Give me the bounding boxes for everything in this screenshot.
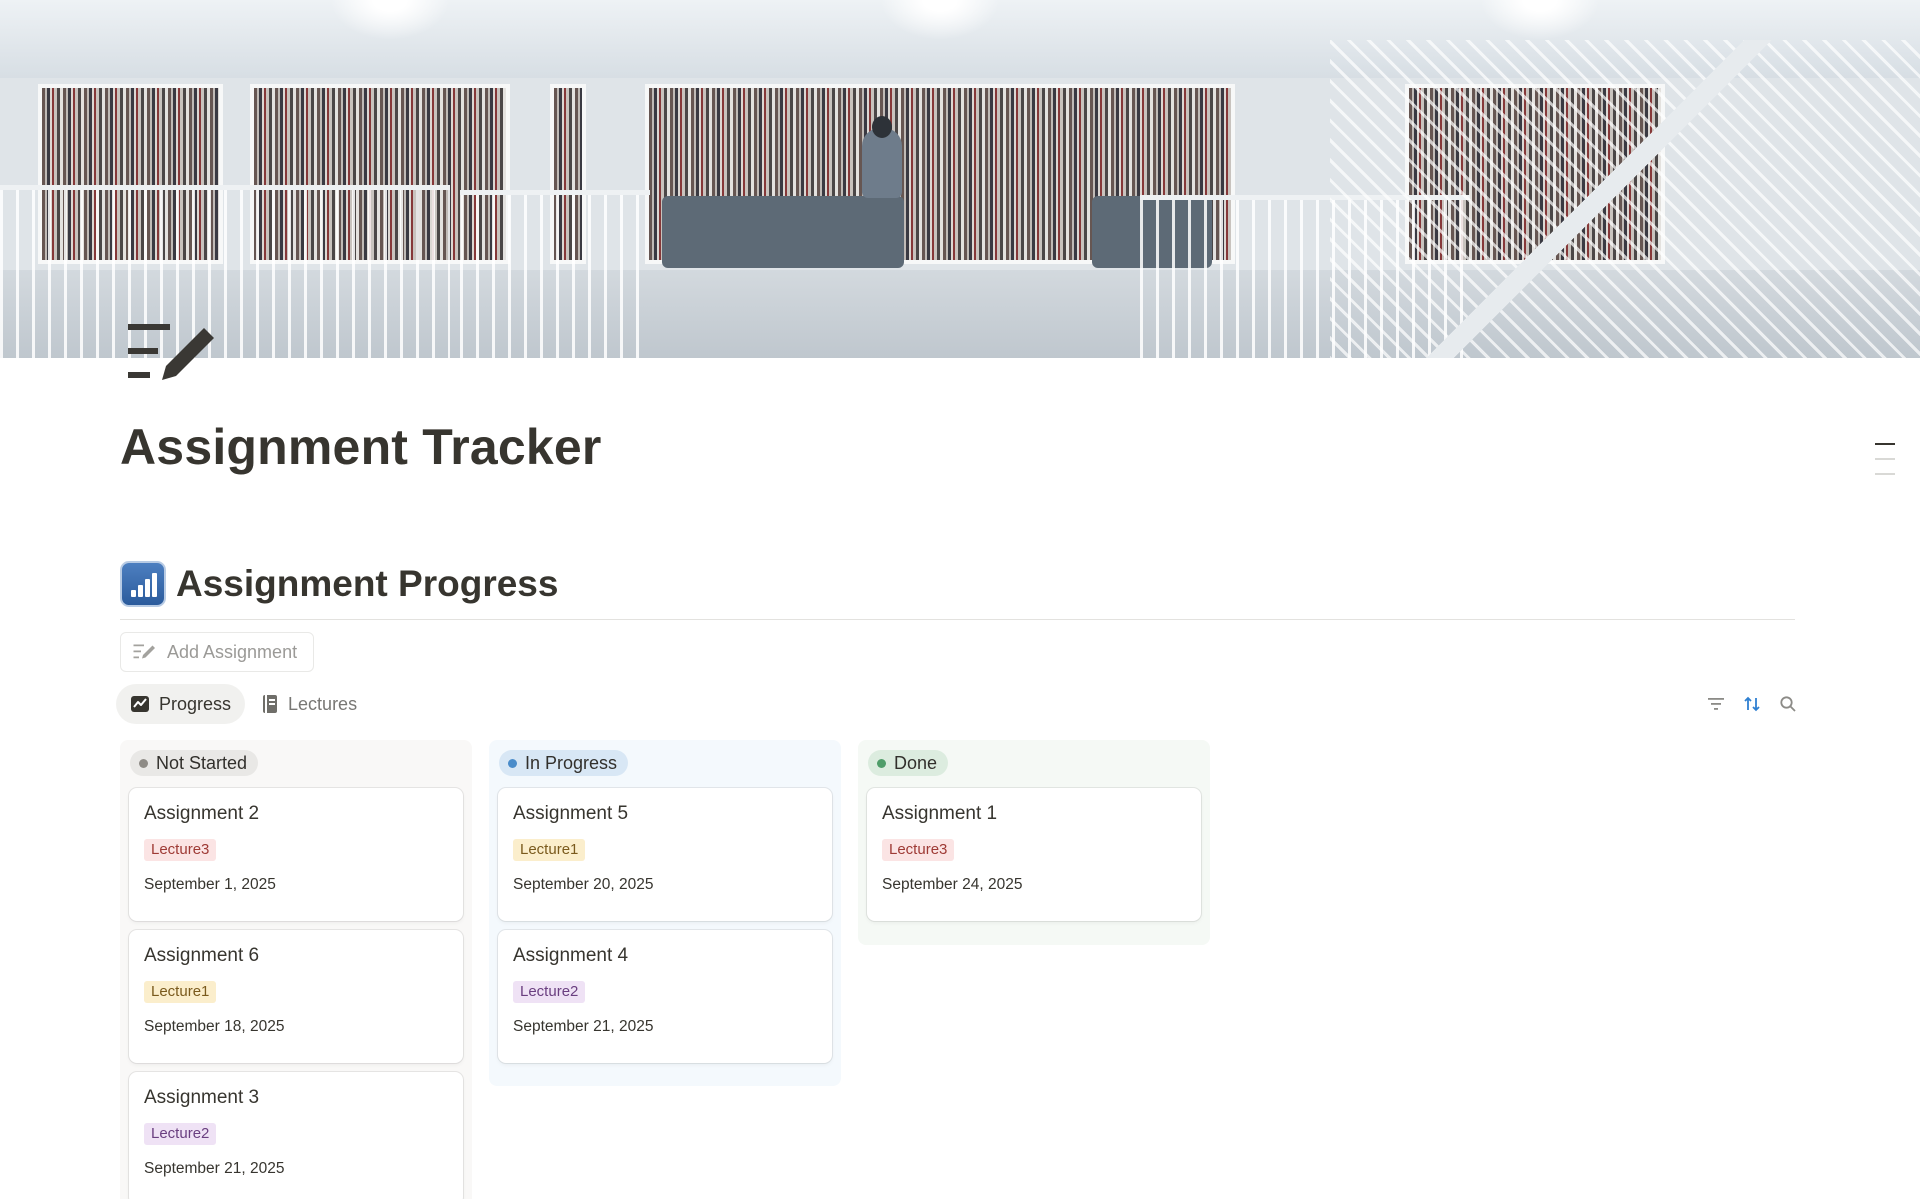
card-title: Assignment 4 [513, 945, 629, 966]
card-title: Assignment 5 [513, 803, 629, 824]
cover-person [862, 128, 902, 198]
card-due-date: September 21, 2025 [513, 1018, 654, 1035]
card-title: Assignment 3 [144, 1087, 260, 1108]
lecture-tag: Lecture3 [144, 839, 217, 861]
status-label: Not Started [156, 752, 248, 773]
board-card[interactable]: Assignment 5 Lecture1 September 20, 2025 [498, 788, 832, 921]
toc-marker[interactable] [1875, 458, 1895, 460]
cover-sofa [662, 196, 904, 268]
board-column-not-started: Not Started Assignment 2 Lecture3 Septem… [120, 740, 472, 1199]
tab-lectures[interactable]: Lectures [247, 684, 371, 724]
lecture-tag: Lecture1 [513, 839, 586, 861]
board-column-in-progress: In Progress Assignment 5 Lecture1 Septem… [489, 740, 841, 1086]
cover-person-head [872, 116, 892, 138]
card-due-date: September 21, 2025 [144, 1160, 285, 1177]
status-label: In Progress [525, 752, 618, 773]
card-title: Assignment 2 [144, 803, 260, 824]
lecture-tag: Lecture2 [513, 981, 586, 1003]
status-dot [877, 758, 886, 768]
section-title[interactable]: Assignment Progress [176, 563, 558, 605]
filter-icon[interactable] [1704, 692, 1728, 716]
status-badge-done[interactable]: Done [868, 750, 949, 776]
toc-marker[interactable] [1875, 443, 1895, 445]
status-dot [508, 758, 517, 768]
chart-line-icon [131, 696, 149, 712]
section-heading: Assignment Progress [120, 548, 1795, 620]
lecture-tag: Lecture3 [882, 839, 955, 861]
tab-lectures-label: Lectures [288, 693, 358, 714]
search-icon[interactable] [1776, 692, 1800, 716]
table-of-contents[interactable] [1875, 443, 1895, 488]
board-card[interactable]: Assignment 4 Lecture2 September 21, 2025 [498, 930, 832, 1063]
edit-list-icon[interactable] [126, 322, 222, 386]
sort-icon[interactable] [1740, 692, 1764, 716]
board-card[interactable]: Assignment 2 Lecture3 September 1, 2025 [129, 788, 463, 921]
card-title: Assignment 1 [882, 803, 998, 824]
status-dot [139, 758, 148, 768]
lecture-tag: Lecture1 [144, 981, 217, 1003]
board-card[interactable]: Assignment 6 Lecture1 September 18, 2025 [129, 930, 463, 1063]
board-card[interactable]: Assignment 3 Lecture2 September 21, 2025 [129, 1072, 463, 1199]
card-title: Assignment 6 [144, 945, 260, 966]
card-due-date: September 18, 2025 [144, 1018, 285, 1035]
cover-image[interactable] [0, 0, 1920, 358]
board-card[interactable]: Assignment 1 Lecture3 September 24, 2025 [867, 788, 1201, 921]
board-column-done: Done Assignment 1 Lecture3 September 24,… [858, 740, 1210, 945]
lecture-tag: Lecture2 [144, 1123, 217, 1145]
cover-railing [0, 185, 450, 358]
page-title[interactable]: Assignment Tracker [120, 418, 602, 476]
view-tabs: Progress Lectures [116, 684, 373, 724]
notebook-icon [263, 695, 278, 713]
add-assignment-label: Add Assignment [167, 641, 298, 662]
status-badge-not-started[interactable]: Not Started [130, 750, 259, 776]
add-assignment-button[interactable]: Add Assignment [120, 632, 315, 672]
card-due-date: September 20, 2025 [513, 876, 654, 893]
cover-railing [460, 190, 650, 358]
toc-marker[interactable] [1875, 473, 1895, 475]
status-label: Done [894, 752, 938, 773]
card-due-date: September 24, 2025 [882, 876, 1023, 893]
status-badge-in-progress[interactable]: In Progress [499, 750, 629, 776]
card-due-date: September 1, 2025 [144, 876, 276, 893]
tab-progress[interactable]: Progress [116, 684, 246, 724]
bar-chart-icon [120, 560, 166, 607]
view-toolbar [1692, 692, 1800, 716]
page: Assignment Tracker Assignment Progress A… [0, 0, 1920, 1199]
tab-progress-label: Progress [159, 693, 232, 714]
cover-staircase [1330, 40, 1920, 358]
edit-list-icon [133, 644, 155, 659]
